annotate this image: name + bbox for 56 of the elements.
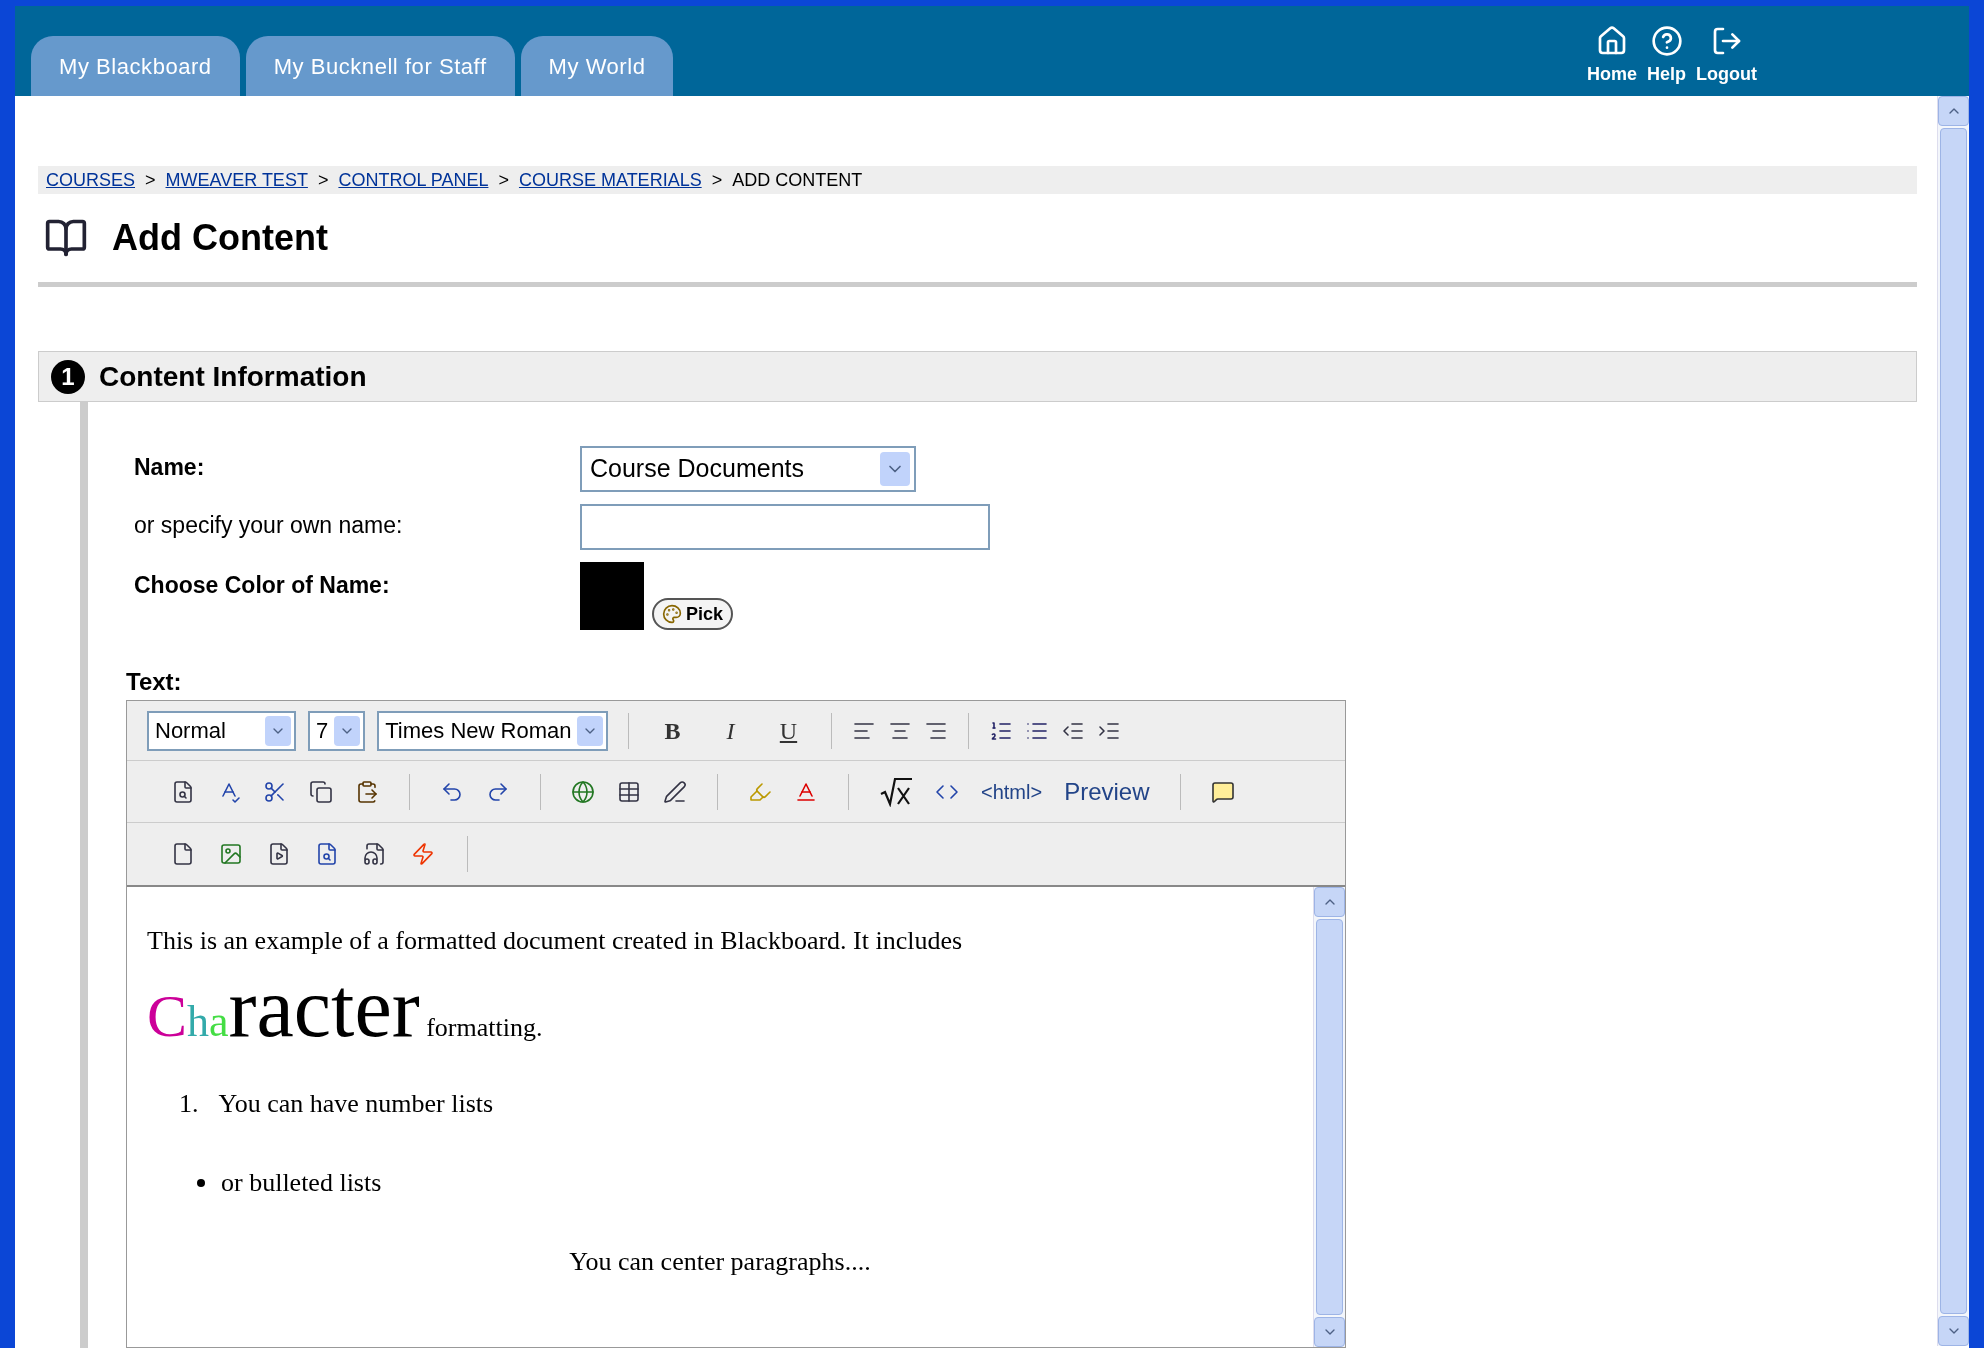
style-button[interactable]: I bbox=[707, 712, 754, 749]
list-item: You can have number lists bbox=[218, 1088, 494, 1121]
help-bubble-icon[interactable] bbox=[1210, 779, 1235, 804]
section-title: Content Information bbox=[99, 359, 367, 394]
name-dropdown[interactable]: Course Documents bbox=[580, 446, 916, 492]
help-icon[interactable] bbox=[1650, 25, 1683, 57]
breadcrumb-link[interactable]: MWEAVER TEST bbox=[165, 166, 308, 194]
editor-paragraph: You can center paragraphs.... bbox=[568, 1246, 872, 1279]
editor-paragraph: This is an example of a formatted document created in Blackboard. It includes bbox=[147, 925, 964, 957]
breadcrumb-separator: > bbox=[317, 168, 329, 192]
image-icon[interactable] bbox=[219, 842, 243, 866]
toolbar-text-button[interactable]: <html> bbox=[981, 776, 1043, 807]
field-label: Choose Color of Name: bbox=[134, 571, 391, 600]
header-link[interactable]: Help bbox=[1647, 61, 1686, 88]
list-item: or bulleted lists bbox=[221, 1167, 382, 1200]
file-icon[interactable] bbox=[171, 842, 195, 866]
text-label: Text: bbox=[126, 667, 183, 697]
breadcrumb-link[interactable]: CONTROL PANEL bbox=[338, 166, 489, 194]
formatted-text: Character formatting. bbox=[147, 962, 544, 1055]
pen-icon[interactable] bbox=[663, 779, 687, 804]
step-number: 1 bbox=[51, 359, 85, 394]
copy-icon[interactable] bbox=[309, 779, 333, 804]
header-link[interactable]: Home bbox=[1587, 61, 1637, 88]
document-icon[interactable] bbox=[315, 842, 339, 866]
style-button[interactable]: B bbox=[649, 712, 696, 749]
style-button[interactable]: U bbox=[765, 712, 812, 749]
list-number: 1. bbox=[179, 1088, 199, 1121]
flash-icon[interactable] bbox=[411, 842, 435, 866]
table-icon[interactable] bbox=[617, 779, 641, 804]
square-root-icon[interactable] bbox=[879, 776, 913, 807]
video-file-icon[interactable] bbox=[267, 842, 291, 866]
format-dropdown[interactable]: Normal bbox=[147, 710, 296, 751]
header-link[interactable]: Logout bbox=[1696, 61, 1757, 88]
breadcrumb-separator: > bbox=[498, 168, 509, 192]
toolbar-text-button[interactable]: Preview bbox=[1064, 773, 1150, 810]
bullet-icon bbox=[197, 1178, 205, 1187]
audio-file-icon[interactable] bbox=[363, 842, 387, 866]
format-dropdown[interactable]: 7 bbox=[308, 710, 366, 751]
home-icon[interactable] bbox=[1596, 25, 1628, 57]
pick-button[interactable]: Pick bbox=[652, 598, 734, 630]
paste-icon[interactable] bbox=[355, 779, 379, 804]
field-label: or specify your own name: bbox=[134, 511, 404, 540]
name-input[interactable] bbox=[580, 504, 990, 550]
breadcrumb-current: ADD CONTENT bbox=[732, 168, 863, 192]
breadcrumb-link[interactable]: COURSES bbox=[46, 166, 135, 194]
page-title: Add Content bbox=[112, 216, 328, 261]
color-swatch[interactable] bbox=[580, 562, 644, 630]
palette-icon bbox=[662, 604, 682, 624]
breadcrumb-separator: > bbox=[145, 168, 156, 192]
globe-icon[interactable] bbox=[571, 779, 595, 804]
cut-icon[interactable] bbox=[263, 779, 287, 804]
format-dropdown[interactable]: Times New Roman bbox=[377, 710, 609, 751]
breadcrumb-link[interactable]: COURSE MATERIALS bbox=[518, 166, 702, 194]
field-label: Name: bbox=[134, 453, 206, 482]
breadcrumb-separator: > bbox=[711, 168, 723, 192]
preview-page-icon[interactable] bbox=[171, 779, 195, 804]
